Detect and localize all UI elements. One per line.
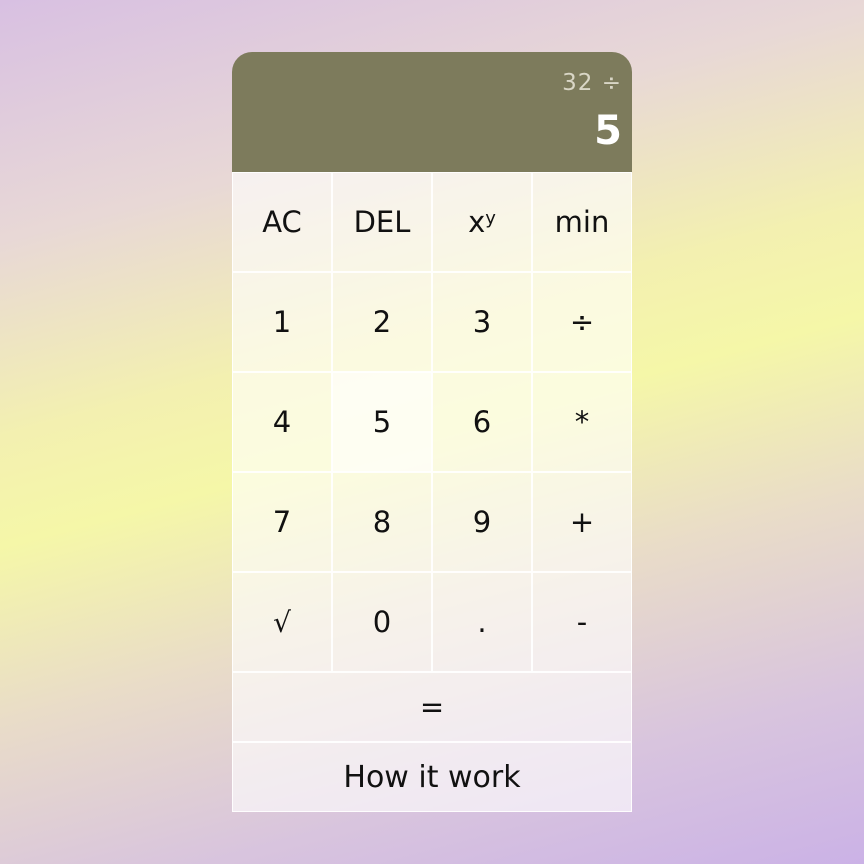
keypad: AC DEL xy min 1 2 3 ÷ 4 5 6 * 7 8 9 + √ … (232, 172, 632, 812)
divide-button[interactable]: ÷ (532, 272, 632, 372)
calculator: 32 ÷ 5 AC DEL xy min 1 2 3 ÷ 4 5 6 * 7 8… (232, 52, 632, 812)
min-button[interactable]: min (532, 172, 632, 272)
calculator-display: 32 ÷ 5 (232, 52, 632, 172)
digit-7-button[interactable]: 7 (232, 472, 332, 572)
power-base-label: x (468, 205, 486, 239)
previous-operand: 32 ÷ (562, 70, 622, 96)
how-it-works-button[interactable]: How it work (232, 742, 632, 812)
square-root-button[interactable]: √ (232, 572, 332, 672)
digit-5-button[interactable]: 5 (332, 372, 432, 472)
plus-button[interactable]: + (532, 472, 632, 572)
power-button[interactable]: xy (432, 172, 532, 272)
digit-2-button[interactable]: 2 (332, 272, 432, 372)
current-operand: 5 (594, 108, 622, 154)
digit-0-button[interactable]: 0 (332, 572, 432, 672)
digit-4-button[interactable]: 4 (232, 372, 332, 472)
digit-9-button[interactable]: 9 (432, 472, 532, 572)
decimal-button[interactable]: . (432, 572, 532, 672)
minus-button[interactable]: - (532, 572, 632, 672)
equals-button[interactable]: = (232, 672, 632, 742)
power-exponent-label: y (485, 207, 496, 229)
digit-8-button[interactable]: 8 (332, 472, 432, 572)
delete-button[interactable]: DEL (332, 172, 432, 272)
digit-3-button[interactable]: 3 (432, 272, 532, 372)
digit-1-button[interactable]: 1 (232, 272, 332, 372)
multiply-button[interactable]: * (532, 372, 632, 472)
digit-6-button[interactable]: 6 (432, 372, 532, 472)
all-clear-button[interactable]: AC (232, 172, 332, 272)
